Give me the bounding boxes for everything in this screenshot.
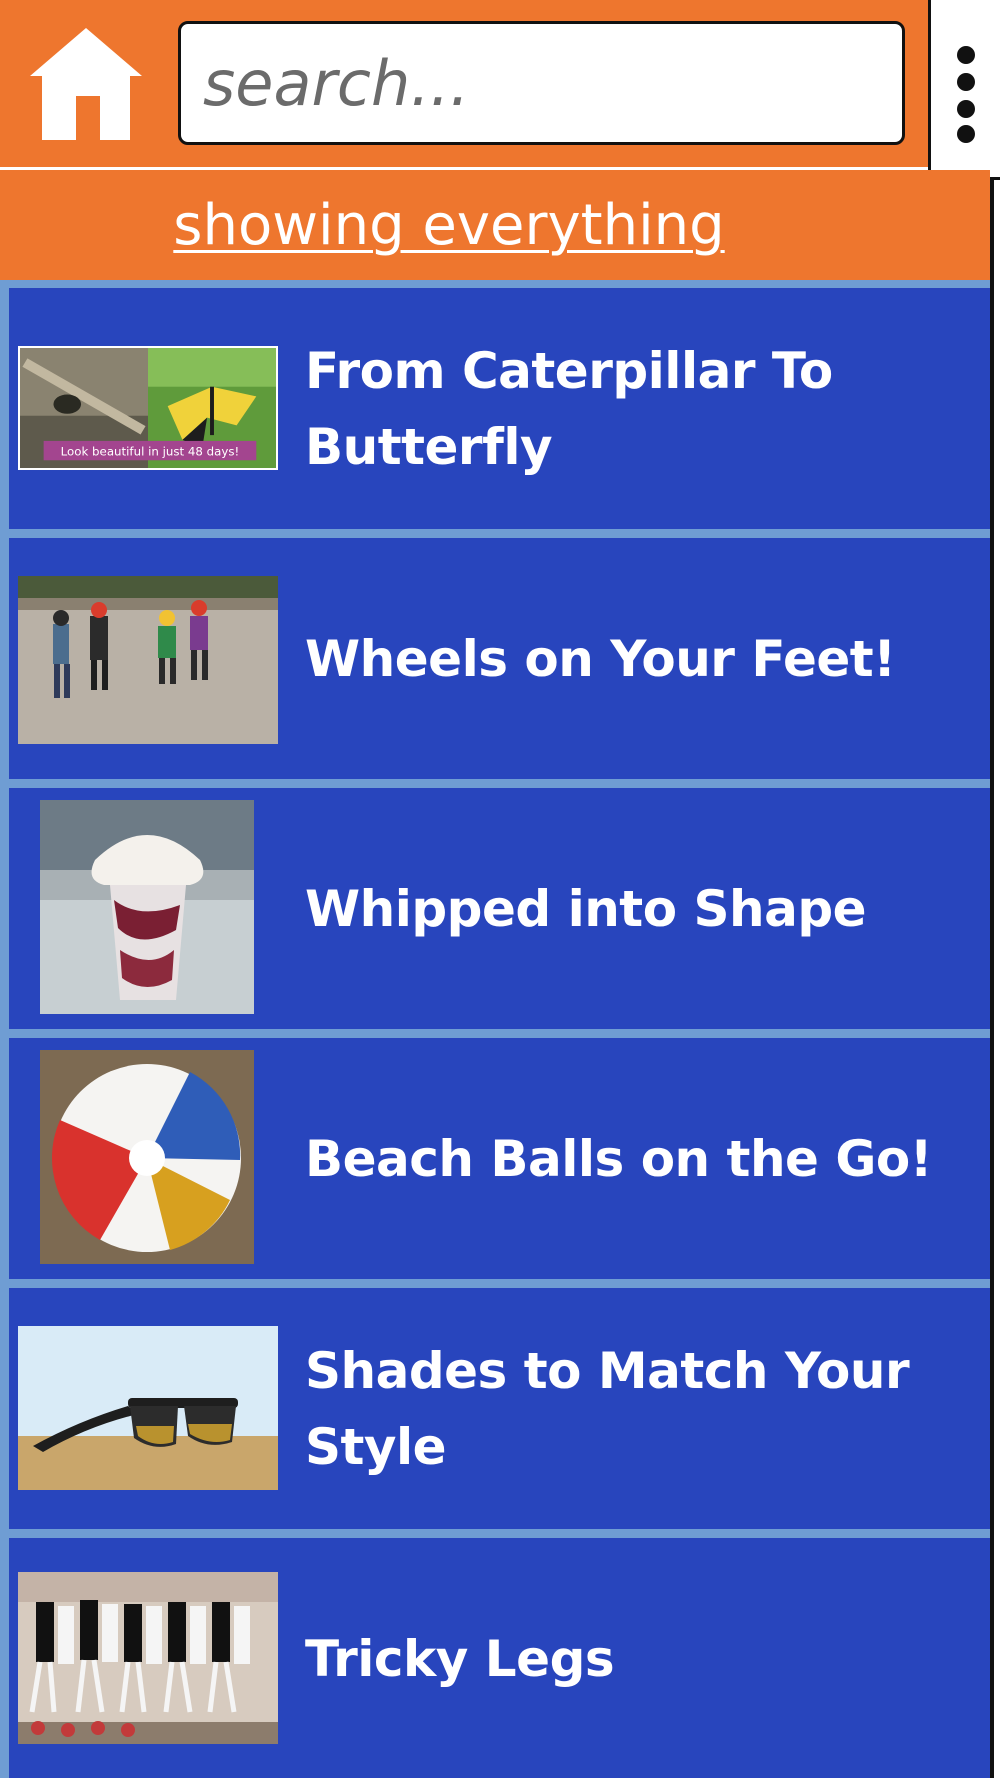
item-thumbnail: Look beautiful in just 48 days! — [18, 346, 278, 470]
panel-border — [990, 180, 994, 1778]
filter-link[interactable]: showing everything — [173, 193, 724, 258]
item-title: Whipped into Shape — [305, 879, 867, 938]
home-button[interactable] — [26, 24, 146, 144]
search-box — [178, 21, 905, 145]
svg-text:Look beautiful in just 48 days: Look beautiful in just 48 days! — [61, 445, 240, 459]
item-title: Tricky Legs — [305, 1629, 615, 1688]
item-title: Beach Balls on the Go! — [305, 1129, 933, 1188]
content-list: Look beautiful in just 48 days! From Cat… — [0, 280, 990, 1778]
item-thumbnail — [18, 1572, 278, 1744]
list-item[interactable]: Whipped into Shape — [9, 788, 990, 1029]
list-item[interactable]: Look beautiful in just 48 days! From Cat… — [9, 288, 990, 529]
list-item[interactable]: Tricky Legs — [9, 1538, 990, 1778]
list-item[interactable]: Beach Balls on the Go! — [9, 1038, 990, 1279]
item-title: Wheels on Your Feet! — [305, 629, 896, 688]
search-input[interactable] — [201, 23, 902, 143]
item-thumbnail — [40, 800, 254, 1014]
list-item[interactable]: Wheels on Your Feet! — [9, 538, 990, 779]
filter-bar: showing everything — [0, 170, 990, 280]
app: showing everything Look beautiful in ju — [0, 0, 1000, 1778]
item-thumbnail — [40, 1050, 254, 1264]
menu-tab — [928, 0, 1000, 180]
home-icon — [30, 28, 142, 140]
list-item[interactable]: Shades to Match Your Style — [9, 1288, 990, 1529]
app-header — [0, 0, 928, 170]
item-thumbnail — [18, 1326, 278, 1490]
vertical-dots-menu-icon — [957, 46, 975, 143]
menu-button[interactable] — [949, 45, 983, 145]
item-title: Shades to Match Your Style — [305, 1341, 910, 1476]
item-thumbnail — [18, 576, 278, 744]
item-title: From Caterpillar To Butterfly — [305, 341, 833, 476]
